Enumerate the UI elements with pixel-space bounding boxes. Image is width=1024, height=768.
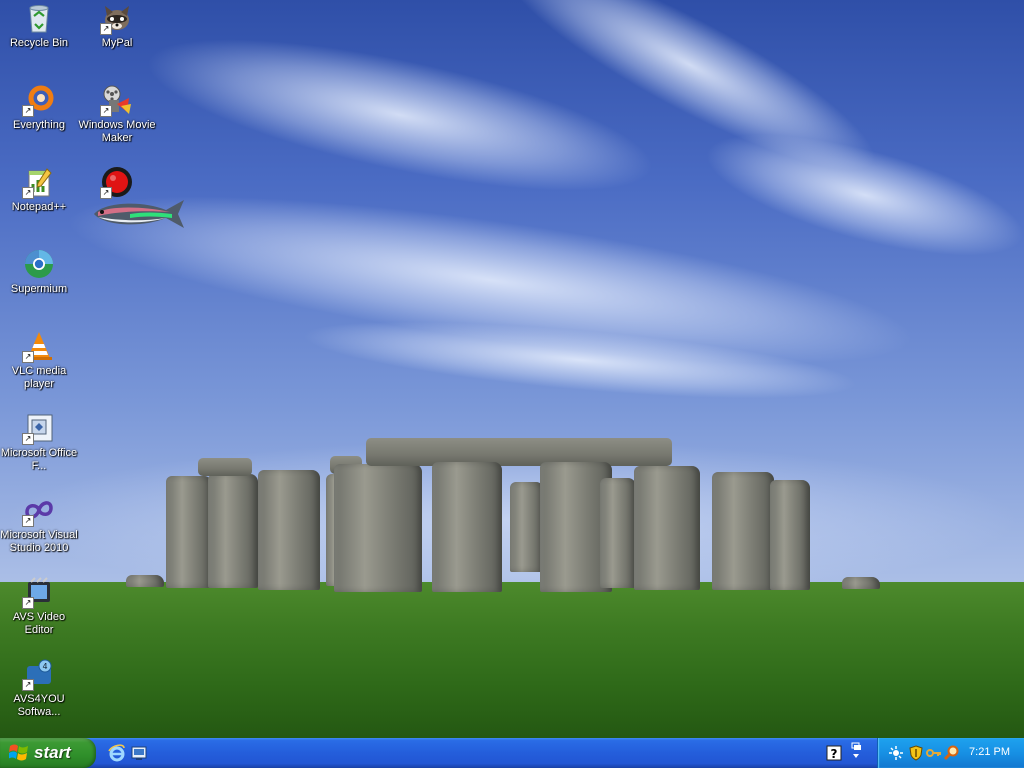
shortcut-arrow-icon: ↗ bbox=[22, 105, 34, 117]
system-tray: 7:21 PM bbox=[877, 738, 1024, 768]
supermium-label: Supermium bbox=[10, 283, 68, 295]
avs-video-editor[interactable]: ↗ AVS Video Editor bbox=[0, 576, 78, 637]
internet-explorer-icon[interactable] bbox=[108, 744, 126, 762]
shortcut-arrow-icon: ↗ bbox=[22, 433, 34, 445]
notepad-plus-plus[interactable]: ↗ Notepad++ bbox=[0, 166, 78, 214]
vlc-icon: ↗ bbox=[22, 330, 55, 363]
ms-office[interactable]: ↗ Microsoft Office F... bbox=[0, 412, 78, 473]
everything-label: Everything bbox=[13, 119, 65, 131]
svg-text:?: ? bbox=[831, 747, 838, 761]
everything[interactable]: ↗ Everything bbox=[0, 84, 78, 132]
mypal-label: MyPal bbox=[101, 37, 133, 49]
shortcut-arrow-icon: ↗ bbox=[22, 351, 34, 363]
stone bbox=[634, 466, 700, 590]
stone bbox=[198, 458, 252, 476]
shortcut-arrow-icon: ↗ bbox=[22, 187, 34, 199]
desktop-wallpaper[interactable]: Recycle Bin ↗ Everything ↗ Notepad++ Sup… bbox=[0, 0, 1024, 738]
taskbar: start ? 7:21 PM bbox=[0, 738, 1024, 768]
movie-maker-icon: ↗ bbox=[100, 84, 133, 117]
record-icon: ↗ bbox=[100, 166, 133, 199]
show-desktop-icon[interactable] bbox=[130, 744, 148, 762]
clock[interactable]: 7:21 PM bbox=[969, 746, 1010, 758]
restore-icon[interactable] bbox=[850, 742, 862, 762]
ms-visual-studio[interactable]: ↗ Microsoft Visual Studio 2010 bbox=[0, 494, 78, 555]
shortcut-arrow-icon: ↗ bbox=[100, 105, 112, 117]
avs-video-editor-icon: ↗ bbox=[22, 576, 55, 609]
office-icon: ↗ bbox=[22, 412, 55, 445]
recycle-bin-label: Recycle Bin bbox=[9, 37, 69, 49]
supermium[interactable]: Supermium bbox=[0, 248, 78, 296]
stone bbox=[258, 470, 320, 590]
stone bbox=[208, 474, 258, 588]
notepad-plus-plus-icon: ↗ bbox=[22, 166, 55, 199]
vlc-label: VLC media player bbox=[11, 365, 67, 390]
ms-office-label: Microsoft Office F... bbox=[0, 447, 78, 472]
help-icon[interactable]: ? bbox=[826, 745, 842, 761]
key-icon[interactable] bbox=[926, 745, 942, 761]
mypal-icon: ↗ bbox=[100, 2, 133, 35]
windows-logo-icon bbox=[9, 744, 28, 761]
search-icon[interactable] bbox=[944, 745, 960, 761]
avs-video-editor-label: AVS Video Editor bbox=[12, 611, 66, 636]
shortcut-arrow-icon: ↗ bbox=[22, 597, 34, 609]
stone bbox=[510, 482, 544, 572]
stone bbox=[770, 480, 810, 590]
stone bbox=[366, 438, 672, 466]
avs4you[interactable]: 4 ↗ AVS4YOU Softwa... bbox=[0, 658, 78, 719]
security-shield-icon[interactable] bbox=[908, 745, 924, 761]
network-icon[interactable] bbox=[888, 745, 904, 761]
avs4you-label: AVS4YOU Softwa... bbox=[13, 693, 65, 718]
shortcut-arrow-icon: ↗ bbox=[100, 23, 112, 35]
supermium-icon bbox=[23, 248, 55, 280]
mypal[interactable]: ↗ MyPal bbox=[78, 2, 156, 50]
stone bbox=[712, 472, 774, 590]
windows-movie-maker-label: Windows Movie Maker bbox=[78, 119, 156, 144]
ms-visual-studio-label: Microsoft Visual Studio 2010 bbox=[0, 529, 78, 554]
stone bbox=[600, 478, 636, 588]
stone bbox=[334, 464, 422, 592]
start-button[interactable]: start bbox=[0, 738, 96, 768]
fish-desktop-pet[interactable] bbox=[90, 196, 186, 230]
stone bbox=[166, 476, 212, 588]
stone bbox=[842, 577, 880, 589]
recycle-bin-icon bbox=[23, 2, 55, 34]
shortcut-arrow-icon: ↗ bbox=[22, 679, 34, 691]
notepad-plus-plus-label: Notepad++ bbox=[11, 201, 67, 213]
stone bbox=[432, 462, 502, 592]
vlc[interactable]: ↗ VLC media player bbox=[0, 330, 78, 391]
avs4you-icon: 4 ↗ bbox=[22, 658, 55, 691]
everything-icon: ↗ bbox=[22, 84, 55, 117]
grass-field bbox=[0, 582, 1024, 738]
shortcut-arrow-icon: ↗ bbox=[22, 515, 34, 527]
svg-text:4: 4 bbox=[42, 662, 47, 671]
windows-movie-maker[interactable]: ↗ Windows Movie Maker bbox=[78, 84, 156, 145]
start-label: start bbox=[34, 743, 71, 762]
stone bbox=[126, 575, 164, 587]
recycle-bin[interactable]: Recycle Bin bbox=[0, 2, 78, 50]
visual-studio-icon: ↗ bbox=[22, 494, 55, 527]
